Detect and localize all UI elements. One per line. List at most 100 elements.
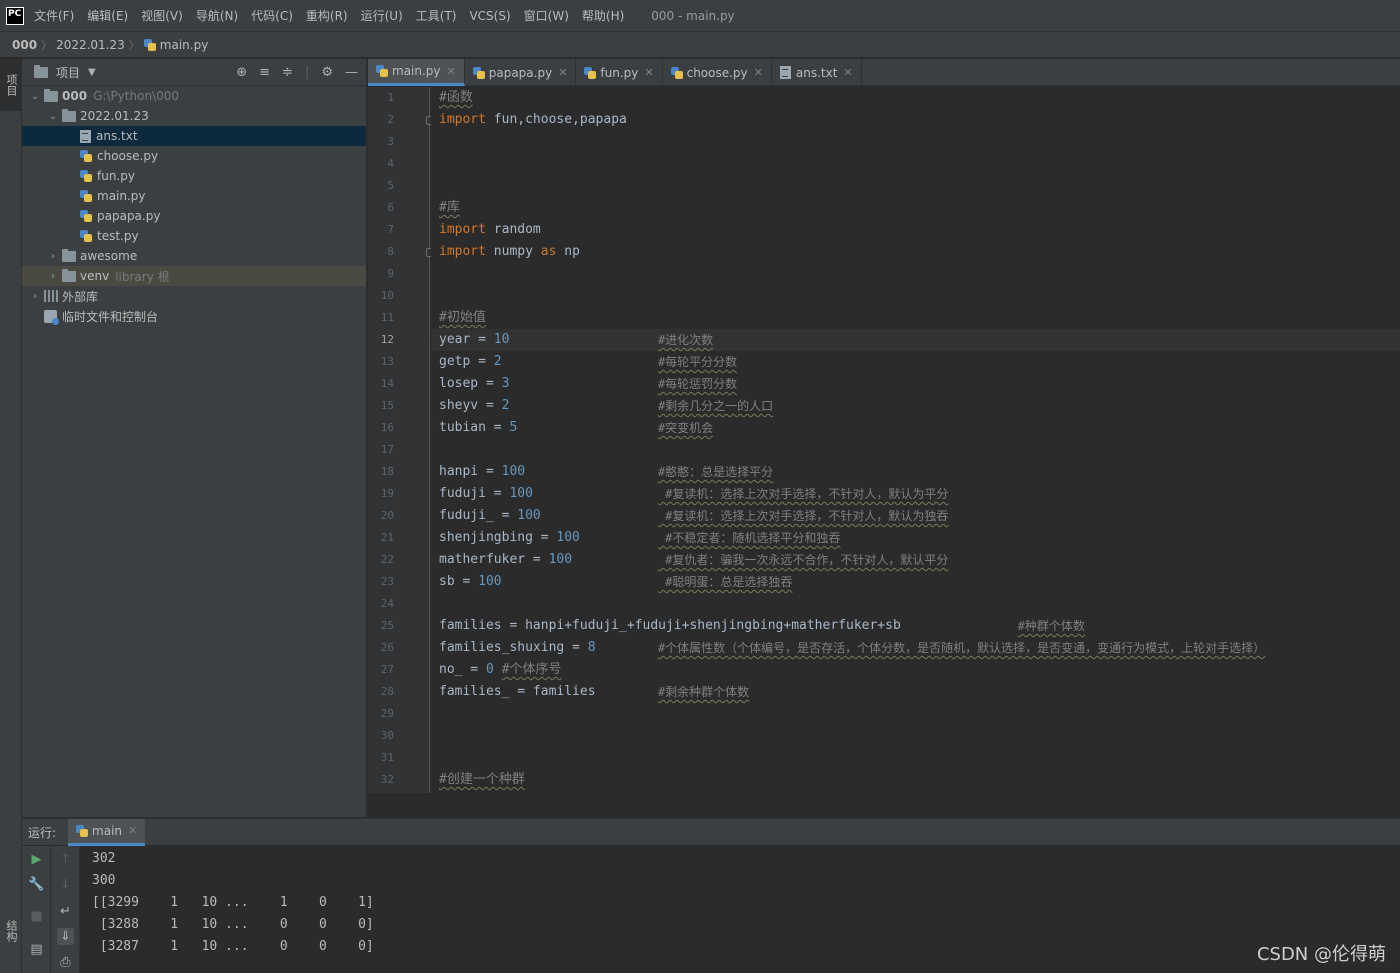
menu-run[interactable]: 运行(U) [361,7,403,24]
menu-code[interactable]: 代码(C) [251,7,293,24]
number-token: 10 [493,332,510,347]
chevron-right-icon[interactable]: › [46,251,60,262]
line-number: 11 [380,311,394,324]
comment-token: #函数 [439,90,473,105]
menu-window[interactable]: 窗口(W) [524,7,569,24]
close-icon[interactable]: ✕ [128,824,137,837]
line-number: 3 [387,135,394,148]
code-line: no_ = 0 #个体序号 [439,659,561,681]
menu-bar: PC 文件(F) 编辑(E) 视图(V) 导航(N) 代码(C) 重构(R) 运… [0,0,1400,31]
project-tree: ⌄ 000 G:\Python\000 ⌄ 2022.01.23 ans.txt choos… [22,86,366,326]
editor-tab[interactable]: fun.py ✕ [576,59,663,86]
arrow-down-icon[interactable]: ↓ [57,876,74,893]
menu-edit[interactable]: 编辑(E) [87,7,128,24]
breadcrumb-root[interactable]: 000 [12,38,37,52]
menu-vcs[interactable]: VCS(S) [469,9,510,23]
tree-item[interactable]: papapa.py [22,206,366,226]
tree-item[interactable]: ⌄ 000 G:\Python\000 [22,86,366,106]
code-editor[interactable]: #函数 import fun,choose,papapa #库 import rand… [431,87,1400,793]
breadcrumb-file[interactable]: main.py [160,38,209,52]
wrench-icon[interactable]: 🔧 [28,876,45,893]
line-number: 1 [387,91,394,104]
chevron-right-icon[interactable]: › [46,271,60,282]
tree-item-label: 000 [62,89,88,103]
close-icon[interactable]: ✕ [644,66,653,79]
tree-item[interactable]: ⌄ 2022.01.23 [22,106,366,126]
line-number: 26 [380,641,394,654]
chevron-down-icon[interactable]: ⌄ [46,111,60,122]
run-console-output[interactable]: 302 300 [[3299 1 10 ... 1 0 1] [3288 1 10 … [81,846,1400,973]
chevron-down-icon[interactable]: ⌄ [28,91,42,102]
close-icon[interactable]: ✕ [558,66,567,79]
hide-panel-icon[interactable]: — [345,65,358,80]
number-token: 100 [478,574,502,589]
close-icon[interactable]: ✕ [754,66,763,79]
folder-icon [62,108,76,122]
collapse-all-icon[interactable]: ≑ [282,65,293,80]
line-number: 13 [380,355,394,368]
editor-tab[interactable]: papapa.py ✕ [465,59,577,86]
project-tool-tab[interactable]: 项目 [0,59,22,111]
tree-item[interactable]: fun.py [22,166,366,186]
code-line: #库 [439,197,460,219]
editor-tab[interactable]: main.py ✕ [368,59,465,86]
breadcrumb: 000 〉 2022.01.23 〉 main.py [0,31,1400,58]
editor-tab[interactable]: choose.py ✕ [663,59,772,86]
menu-refactor[interactable]: 重构(R) [306,7,348,24]
layout-icon[interactable]: ▤ [28,941,45,958]
close-icon[interactable]: ✕ [843,66,852,79]
chevron-right-icon[interactable]: › [28,291,42,302]
code-line: families = hanpi+fuduji_+fuduji+shenjing… [439,615,901,637]
menu-tools[interactable]: 工具(T) [416,7,457,24]
code-line: fuduji_ = 100 [439,505,541,527]
project-view-icon [34,64,48,78]
inline-comment: #剩余几分之一的人口 [657,399,774,413]
tree-item[interactable]: › 外部库 [22,286,366,306]
editor-tab[interactable]: ans.txt ✕ [772,59,862,86]
close-icon[interactable]: ✕ [447,65,456,78]
pycharm-logo-icon[interactable]: PC [6,6,24,25]
expand-all-icon[interactable]: ≡ [259,65,270,80]
menu-navigate[interactable]: 导航(N) [196,7,238,24]
line-number: 22 [380,553,394,566]
menu-view[interactable]: 视图(V) [141,7,183,24]
code-line: sb = 100 [439,571,502,593]
gear-icon[interactable]: ⚙ [321,65,333,80]
breadcrumb-folder[interactable]: 2022.01.23 [56,38,125,52]
line-number: 23 [380,575,394,588]
line-number: 7 [387,223,394,236]
print-icon[interactable]: ⎙ [57,954,74,971]
tree-item-label: 2022.01.23 [80,109,149,123]
tree-item[interactable]: › awesome [22,246,366,266]
tree-item[interactable]: main.py [22,186,366,206]
code-line: #创建一个种群 [439,769,525,791]
tree-item[interactable]: › venv library 根 [22,266,366,286]
code-token: numpy [485,244,541,259]
inline-comment: #憨憨：总是选择平分 [657,465,774,479]
soft-wrap-icon[interactable]: ↵ [57,903,74,920]
number-token: 2 [493,354,502,369]
tree-item[interactable]: ans.txt [22,126,366,146]
scroll-to-end-icon[interactable]: ⇓ [57,928,74,945]
project-panel-title[interactable]: 项目 [56,64,80,81]
rerun-icon[interactable]: ▶ [28,851,45,868]
locate-file-icon[interactable]: ⊕ [236,65,247,80]
console-line: 302 [92,851,116,866]
folder-icon [62,248,76,262]
tree-item[interactable]: test.py [22,226,366,246]
tree-item[interactable]: 临时文件和控制台 [22,306,366,326]
menu-help[interactable]: 帮助(H) [582,7,624,24]
menu-file[interactable]: 文件(F) [34,7,74,24]
structure-tool-tab[interactable]: 结构 [0,911,22,951]
run-toolbar-right: ↑ ↓ ↵ ⇓ ⎙ [51,846,80,973]
run-tab-main[interactable]: main ✕ [68,818,146,846]
python-file-icon [670,66,683,79]
view-dropdown-icon[interactable]: ▼ [88,67,96,78]
inline-comment: #复读机：选择上次对手选择，不针对人，默认为平分 [657,487,949,501]
arrow-up-icon[interactable]: ↑ [57,851,74,868]
code-token: families = hanpi+fuduji_+fuduji+shenjing… [439,618,901,633]
number-token: 2 [501,398,510,413]
stop-icon[interactable]: ■ [28,908,45,925]
tree-item[interactable]: choose.py [22,146,366,166]
library-icon [44,290,58,302]
